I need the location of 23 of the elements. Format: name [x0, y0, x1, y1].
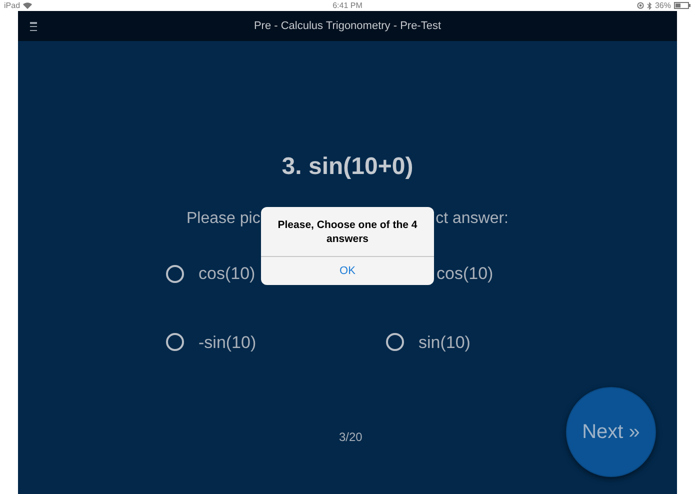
clock-text: 6:41 PM: [332, 0, 362, 12]
answer-option[interactable]: -sin(10): [198, 330, 256, 355]
device-name: iPad: [4, 0, 20, 12]
lock-rotation-icon: [636, 2, 644, 9]
radio-button[interactable]: [166, 264, 184, 283]
ok-button[interactable]: OK: [261, 257, 434, 285]
radio-button[interactable]: [386, 333, 404, 352]
page-title: Pre - Calculus Trigonometry - Pre-Test: [254, 18, 442, 34]
wifi-icon: [23, 2, 32, 9]
answer-option[interactable]: sin(10): [418, 330, 470, 355]
progress-counter: 3/20: [339, 429, 362, 446]
next-button[interactable]: Next »: [566, 387, 656, 477]
battery-percent: 36%: [654, 0, 671, 12]
answer-option[interactable]: cos(10): [198, 261, 256, 286]
radio-button[interactable]: [166, 333, 184, 352]
battery-icon: [674, 2, 691, 9]
instruction-text: ct answer:: [436, 209, 508, 229]
menu-icon[interactable]: [30, 22, 37, 31]
instruction-text: Please pic: [186, 209, 260, 229]
answer-option[interactable]: cos(10): [436, 261, 494, 286]
question-title: 3. sin(10+0): [282, 152, 414, 182]
alert-message: Please, Choose one of the 4 answers: [276, 218, 418, 247]
bluetooth-icon: [646, 2, 652, 10]
